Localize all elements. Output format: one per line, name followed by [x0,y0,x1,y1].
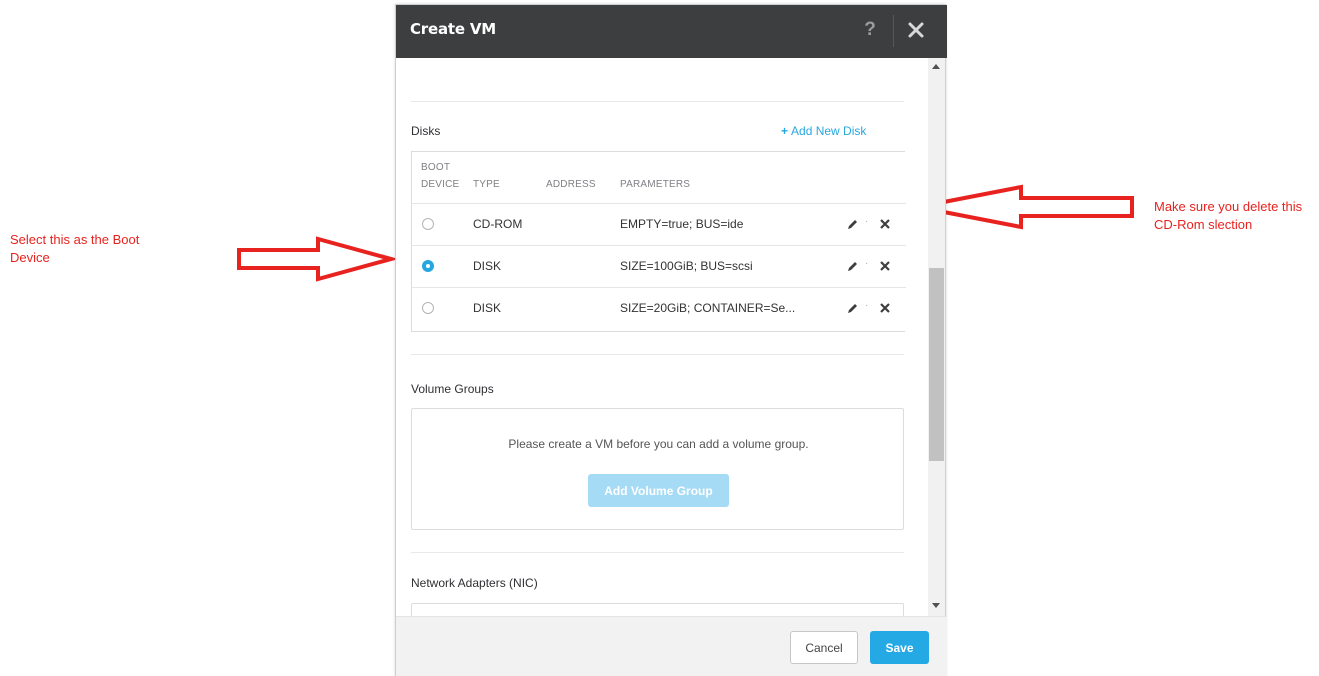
boot-device-radio[interactable] [422,260,434,272]
col-boot-device-line2: DEVICE [421,179,460,190]
boot-device-radio[interactable] [422,302,434,314]
add-new-disk-link[interactable]: + Add New Disk [781,124,866,138]
vertical-scrollbar[interactable] [928,58,945,616]
boot-device-radio[interactable] [422,218,434,230]
network-adapters-panel [411,603,904,616]
volume-groups-section-title: Volume Groups [411,382,494,396]
disk-type: DISK [473,301,502,315]
table-row: DISK SIZE=100GiB; BUS=scsi · [412,245,906,287]
col-address: ADDRESS [546,179,596,190]
divider [411,101,904,102]
delete-cdrom-annotation: Make sure you delete this CD-Rom slectio… [1154,199,1303,232]
disk-type: DISK [473,259,502,273]
close-icon[interactable] [904,16,928,44]
delete-icon[interactable] [879,301,891,313]
save-button[interactable]: Save [870,631,929,664]
dialog-footer: Cancel Save [396,616,947,676]
dialog-body[interactable]: Disks + Add New Disk BOOT DEVICE TYPE ADD… [396,58,928,616]
pencil-icon[interactable] [847,259,859,271]
table-row: DISK SIZE=20GiB; CONTAINER=Se... · [412,287,906,329]
disk-parameters: SIZE=20GiB; CONTAINER=Se... [620,301,796,315]
pencil-icon[interactable] [847,217,859,229]
network-adapters-section-title: Network Adapters (NIC) [411,576,538,590]
scroll-down-arrow-icon[interactable] [932,603,940,608]
volume-groups-panel: Please create a VM before you can add a … [411,408,904,530]
disk-parameters: EMPTY=true; BUS=ide [620,217,744,231]
disk-parameters: SIZE=100GiB; BUS=scsi [620,259,753,273]
volume-groups-message: Please create a VM before you can add a … [508,437,809,451]
delete-icon[interactable] [879,259,891,271]
boot-device-annotation: Select this as the Boot Device [10,232,140,265]
separator: · [865,216,869,227]
pencil-icon[interactable] [847,301,859,313]
disks-table: BOOT DEVICE TYPE ADDRESS PARAMETERS CD-R… [411,151,906,332]
col-type: TYPE [473,179,500,190]
separator: · [865,258,869,269]
col-parameters: PARAMETERS [620,179,691,190]
disk-type: CD-ROM [473,217,523,231]
col-boot-device-line1: BOOT [421,162,451,173]
help-icon[interactable]: ? [860,16,880,44]
header-divider [893,15,894,47]
scroll-up-arrow-icon[interactable] [932,64,940,69]
scrollbar-thumb[interactable] [929,268,944,461]
add-volume-group-button[interactable]: Add Volume Group [588,474,729,507]
table-row: CD-ROM EMPTY=true; BUS=ide · [412,203,906,245]
cancel-button[interactable]: Cancel [790,631,858,664]
divider [411,354,904,355]
delete-icon[interactable] [879,217,891,229]
separator: · [865,300,869,311]
disks-section-title: Disks [411,124,441,138]
dialog-title: Create VM [410,20,497,38]
right-arrow-annotation [237,236,396,282]
dialog-header: Create VM ? [396,5,947,58]
create-vm-dialog: Create VM ? Disks + Add New Disk BOOT DEV… [395,4,947,676]
plus-icon: + [781,124,789,138]
left-arrow-annotation [917,184,1134,230]
divider [411,552,904,553]
add-new-disk-label: Add New Disk [791,124,867,138]
